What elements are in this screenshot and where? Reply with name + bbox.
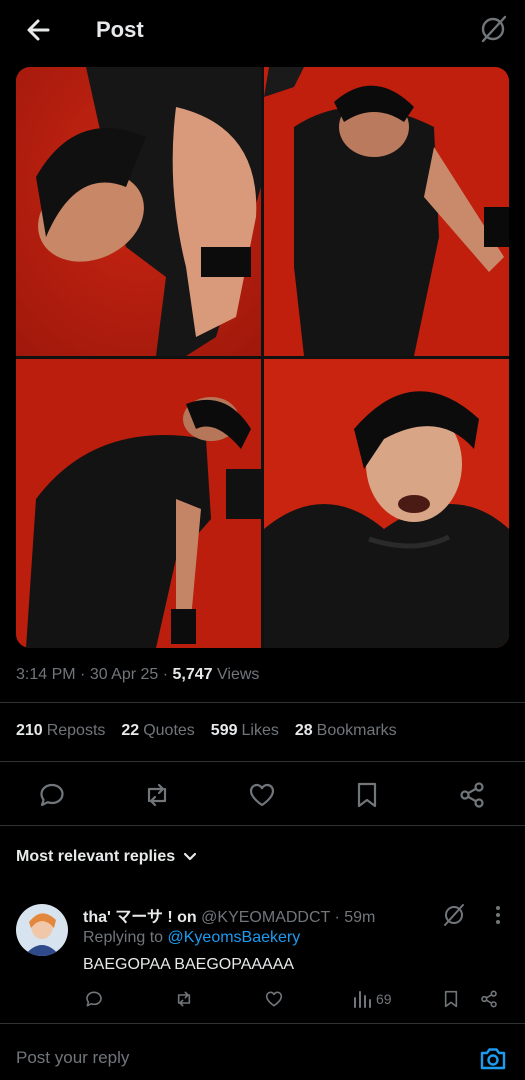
quotes-stat[interactable]: 22 Quotes	[121, 722, 194, 740]
reply-icon[interactable]	[37, 780, 67, 810]
reply-reply-button[interactable]	[84, 988, 104, 1010]
views-count: 5,747	[172, 666, 213, 683]
share-icon	[481, 990, 497, 1008]
reply-like-button[interactable]	[264, 988, 284, 1010]
chevron-down-icon	[184, 852, 197, 861]
post-photo-2[interactable]	[264, 67, 509, 356]
repost-icon[interactable]	[142, 780, 172, 810]
divider	[0, 761, 525, 762]
reply-text: BAEGOPAA BAEGOPAAAAA	[83, 956, 295, 973]
likes-stat[interactable]: 599 Likes	[211, 722, 279, 740]
reply-input[interactable]	[16, 1048, 416, 1068]
replying-to: Replying to @KyeomsBaekery	[83, 929, 300, 947]
more-options-icon[interactable]	[488, 903, 508, 927]
page-title: Post	[96, 17, 144, 42]
replies-sort-label: Most relevant replies	[16, 848, 176, 865]
repost-icon	[177, 991, 191, 1007]
grok-icon[interactable]	[442, 903, 466, 927]
post-photo-3[interactable]	[16, 359, 261, 648]
reply-time: 59m	[344, 909, 376, 926]
bookmark-icon	[444, 990, 458, 1008]
grok-icon[interactable]	[478, 14, 508, 44]
views-label: Views	[217, 666, 260, 683]
divider	[0, 1023, 525, 1024]
share-icon[interactable]	[457, 780, 487, 810]
replying-prefix: Replying to	[83, 929, 164, 946]
post-media-grid[interactable]	[16, 67, 509, 648]
top-bar: Post	[0, 0, 525, 64]
reply-share-button[interactable]	[479, 988, 499, 1010]
like-icon[interactable]	[247, 780, 277, 810]
reply-repost-button[interactable]	[174, 988, 194, 1010]
reply-display-name[interactable]: tha' マーサ ! on	[83, 909, 197, 926]
reply-views-button[interactable]: 69	[352, 988, 392, 1010]
reply-header: tha' マーサ ! on @KYEOMADDCT · 59m	[83, 909, 376, 926]
reposts-stat[interactable]: 210 Reposts	[16, 722, 105, 740]
replying-to-link[interactable]: @KyeomsBaekery	[168, 929, 301, 946]
post-action-bar	[0, 774, 525, 814]
post-stats: 210 Reposts 22 Quotes 599 Likes 28 Bookmarks	[16, 722, 397, 740]
reply-bookmark-button[interactable]	[441, 988, 461, 1010]
back-arrow-icon[interactable]	[22, 14, 54, 46]
reply-avatar[interactable]	[16, 904, 68, 956]
views-icon	[354, 991, 371, 1008]
camera-icon[interactable]	[478, 1043, 508, 1073]
replies-sort-dropdown[interactable]: Most relevant replies	[16, 848, 199, 866]
divider	[0, 825, 525, 826]
reply-icon	[86, 991, 102, 1007]
post-time: 3:14 PM	[16, 666, 76, 683]
divider	[0, 702, 525, 703]
bookmarks-stat[interactable]: 28 Bookmarks	[295, 722, 397, 740]
bookmark-icon[interactable]	[352, 780, 382, 810]
reply-handle[interactable]: @KYEOMADDCT	[201, 909, 330, 926]
post-meta: 3:14 PM · 30 Apr 25 · 5,747 Views	[16, 666, 260, 683]
reply-views-count: 69	[376, 991, 392, 1007]
post-date: 30 Apr 25	[89, 666, 159, 683]
post-photo-1[interactable]	[16, 67, 261, 356]
post-photo-4[interactable]	[264, 359, 509, 648]
like-icon	[265, 991, 283, 1007]
